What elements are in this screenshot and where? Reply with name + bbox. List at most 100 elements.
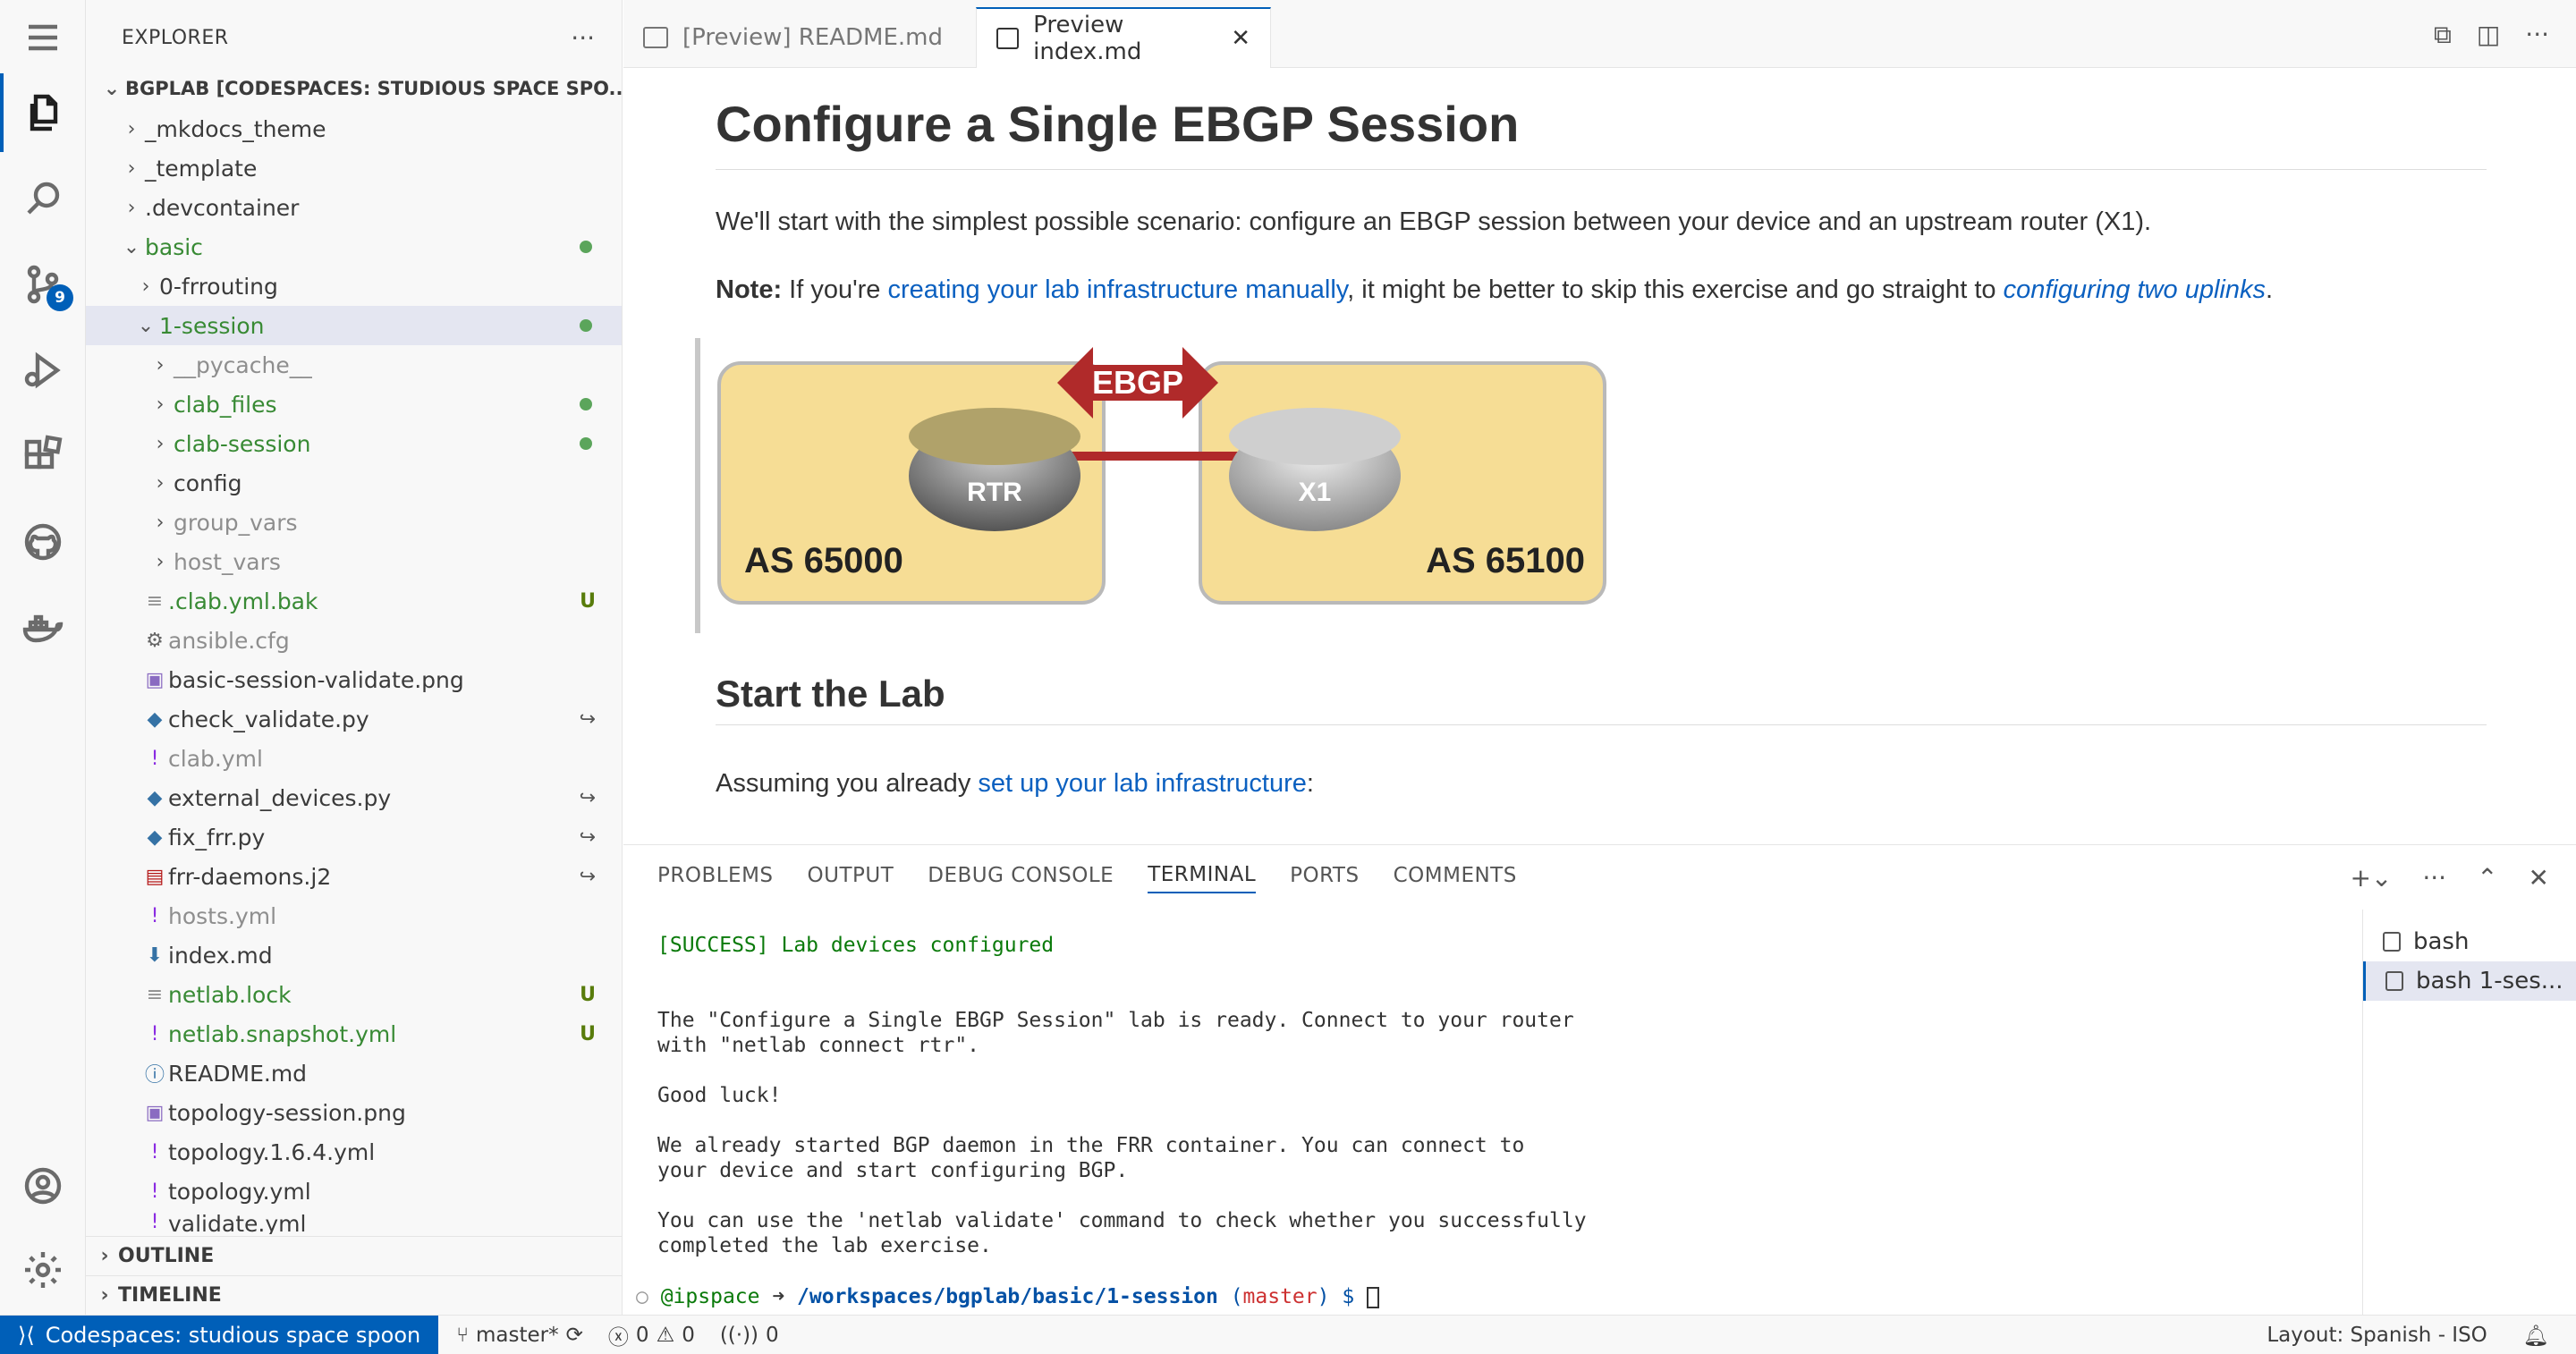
chevron-right-icon: › [156,471,165,495]
explorer-title: EXPLORER [122,26,229,49]
rename-arrow-icon: ↪ [579,825,596,849]
tree-item-validate-yml[interactable]: ! validate.yml [86,1211,622,1234]
close-panel-icon[interactable]: ✕ [2529,863,2549,893]
tab-output[interactable]: OUTPUT [808,864,894,893]
account-icon[interactable] [0,1147,86,1225]
timeline-section[interactable]: › TIMELINE [86,1275,622,1315]
chevron-right-icon: › [127,196,136,219]
explorer-icon[interactable] [0,73,86,152]
modified-dot [580,398,592,410]
menu-icon[interactable] [0,0,86,75]
terminal-line: The "Configure a Single EBGP Session" la… [657,1009,1574,1032]
tree-item-0-frrouting[interactable]: › 0-frrouting [86,267,622,306]
terminal-prompt[interactable]: ○ @ipspace ➜ /workspaces/bgplab/basic/1-… [636,1285,1380,1308]
tree-item-group-vars[interactable]: › group_vars [86,503,622,542]
tree-item-mkdocs-theme[interactable]: › _mkdocs_theme [86,109,622,148]
panel-tabs: PROBLEMS OUTPUT DEBUG CONSOLE TERMINAL P… [623,845,1517,911]
docker-icon[interactable] [0,588,86,667]
tree-item-external-devices-py[interactable]: ◆ external_devices.py ↪ [86,778,622,817]
error-icon: ⓧ [607,1325,629,1350]
ports-indicator[interactable]: ((·)) 0 [720,1324,779,1347]
problems-indicator[interactable]: ⓧ 0 ⚠ 0 [608,1320,695,1350]
tab-terminal[interactable]: TERMINAL [1148,863,1257,893]
setup-infra-link[interactable]: set up your lab infrastructure [978,769,1307,798]
modified-dot [580,319,592,332]
tree-item-template[interactable]: › _template [86,148,622,188]
maximize-panel-icon[interactable]: ⌃ [2477,863,2497,893]
terminal-line: We already started BGP daemon in the FRR… [657,1134,1525,1157]
tree-item-fix-frr-py[interactable]: ◆ fix_frr.py ↪ [86,817,622,857]
tree-item-basic[interactable]: ⌄ basic [86,227,622,267]
open-source-icon[interactable]: ⧉ [2434,20,2452,50]
blockquote-bar [695,338,700,633]
assume-paragraph: Assuming you already set up your lab inf… [716,769,1314,798]
split-editor-icon[interactable]: ◫ [2477,20,2500,50]
info-icon: ⓘ [144,1064,165,1087]
tree-item-topology-session-png[interactable]: ▣ topology-session.png [86,1093,622,1132]
explorer-sidebar: EXPLORER ··· ⌄ BGPLAB [CODESPACES: STUDI… [86,0,623,1315]
settings-gear-icon[interactable] [0,1231,86,1309]
terminal-output[interactable]: [SUCCESS] Lab devices configured The "Co… [657,933,2411,1258]
terminal-item-bash[interactable]: bash [2363,922,2576,961]
broadcast-icon: ((·)) [719,1323,759,1347]
terminal-item-bash-session[interactable]: bash 1-ses... [2363,961,2576,1001]
keyboard-layout[interactable]: Layout: Spanish - ISO [2267,1324,2487,1347]
chevron-right-icon: › [100,1284,109,1307]
as-right-label: AS 65100 [1426,541,1585,580]
tree-item-ansible-cfg[interactable]: ⚙ ansible.cfg [86,621,622,660]
tab-debug-console[interactable]: DEBUG CONSOLE [928,864,1114,893]
two-uplinks-link[interactable]: configuring two uplinks [2004,275,2266,304]
run-debug-icon[interactable] [0,331,86,410]
tab-ports[interactable]: PORTS [1290,864,1359,893]
more-actions-icon[interactable]: ··· [2422,863,2446,893]
manual-infra-link[interactable]: creating your lab infrastructure manuall… [887,275,1347,304]
tree-item-basic-session-validate-png[interactable]: ▣ basic-session-validate.png [86,660,622,699]
tree-item-devcontainer[interactable]: › .devcontainer [86,188,622,227]
tree-item-index-md[interactable]: ⬇ index.md [86,935,622,975]
github-icon[interactable] [0,503,86,581]
tree-item-config[interactable]: › config [86,463,622,503]
tree-item-1-session[interactable]: ⌄ 1-session [86,306,622,345]
preview-icon [996,28,1020,49]
tree-item-topology-yml[interactable]: ! topology.yml [86,1172,622,1211]
note-label: Note: [716,275,783,304]
outline-section[interactable]: › OUTLINE [86,1236,622,1275]
close-tab-icon[interactable]: ✕ [1231,25,1250,52]
warning-icon: ⚠ [656,1323,675,1347]
tab-readme-preview[interactable]: [Preview] README.md [623,7,976,68]
tab-index-preview[interactable]: Preview index.md ✕ [976,7,1271,68]
search-icon[interactable] [0,159,86,238]
note-paragraph: Note: If you're creating your lab infras… [716,275,2274,304]
extensions-icon[interactable] [0,417,86,495]
chevron-down-icon: ⌄ [103,77,121,100]
tree-item-netlab-snapshot-yml[interactable]: ! netlab.snapshot.yml U [86,1014,622,1054]
tab-problems[interactable]: PROBLEMS [657,864,774,893]
tree-item-clab-files[interactable]: › clab_files [86,385,622,424]
tree-item-check-validate-py[interactable]: ◆ check_validate.py ↪ [86,699,622,739]
tree-item-clab-session[interactable]: › clab-session [86,424,622,463]
sync-icon[interactable]: ⟳ [566,1324,583,1347]
new-terminal-icon[interactable]: +⌄ [2350,863,2392,893]
more-actions-icon[interactable]: ··· [571,23,595,53]
markdown-file-icon: ⬇ [146,944,164,967]
source-control-icon[interactable]: 9 [0,245,86,324]
tree-item-frr-daemons-j2[interactable]: ▤ frr-daemons.j2 ↪ [86,857,622,896]
tree-item-hosts-yml[interactable]: ! hosts.yml [86,896,622,935]
yaml-file-icon: ! [150,1022,159,1045]
tab-comments[interactable]: COMMENTS [1394,864,1517,893]
tree-item-clab-yml-bak[interactable]: ≡ .clab.yml.bak U [86,581,622,621]
tree-item-netlab-lock[interactable]: ≡ netlab.lock U [86,975,622,1014]
tree-item-readme-md[interactable]: ⓘ README.md [86,1054,622,1093]
editor-tabs: [Preview] README.md Preview index.md ✕ ⧉… [623,0,2576,68]
tree-item-pycache[interactable]: › __pycache__ [86,345,622,385]
tree-item-host-vars[interactable]: › host_vars [86,542,622,581]
more-actions-icon[interactable]: ··· [2525,20,2549,50]
branch-indicator[interactable]: ⑂ master* ⟳ [456,1324,583,1347]
status-bar: ⟩⟨ Codespaces: studious space spoon ⑂ ma… [0,1315,2576,1354]
bell-icon[interactable]: 🔔︎ [2523,1324,2549,1348]
workspace-root[interactable]: ⌄ BGPLAB [CODESPACES: STUDIOUS SPACE SPO… [86,69,622,108]
tree-item-clab-yml[interactable]: ! clab.yml [86,739,622,778]
python-file-icon: ◆ [147,825,163,849]
remote-indicator[interactable]: ⟩⟨ Codespaces: studious space spoon [0,1315,439,1354]
tree-item-topology-1-6-4-yml[interactable]: ! topology.1.6.4.yml [86,1132,622,1172]
